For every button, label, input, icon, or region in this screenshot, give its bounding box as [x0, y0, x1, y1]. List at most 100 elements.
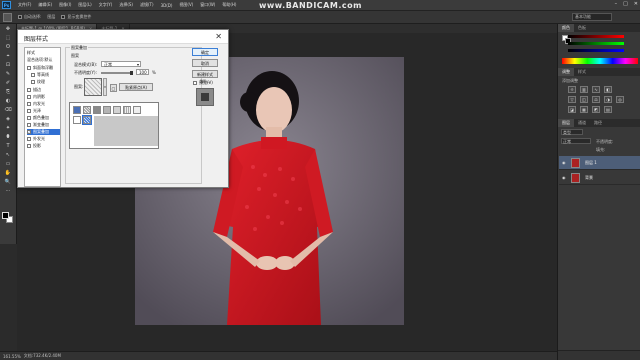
style-list-header[interactable]: 样式 — [27, 50, 60, 56]
exposure-icon[interactable]: ◧ — [604, 86, 612, 93]
hand-tool-icon[interactable]: ✋ — [4, 170, 12, 177]
show-transform-checkbox[interactable]: 显示变换控件 — [61, 14, 91, 20]
marquee-tool-icon[interactable]: ⬚ — [4, 35, 12, 42]
pattern-swatch-blue[interactable] — [73, 106, 81, 114]
red-slider[interactable] — [568, 35, 624, 38]
type-tool-icon[interactable]: T — [4, 143, 12, 150]
eye-icon[interactable]: ◉ — [562, 175, 567, 180]
menu-window[interactable]: 窗口(W) — [200, 2, 215, 8]
effect-drop-shadow[interactable]: 投影 — [27, 143, 60, 149]
close-icon[interactable]: ✕ — [215, 32, 222, 41]
minimize-button[interactable]: – — [615, 1, 618, 7]
opacity-slider[interactable] — [101, 72, 131, 74]
history-brush-tool-icon[interactable]: ◐ — [4, 98, 12, 105]
preview-checkbox[interactable]: 预览(V) — [193, 80, 213, 86]
curves-icon[interactable]: ∿ — [592, 86, 600, 93]
checkbox[interactable] — [27, 109, 31, 113]
effect-outer-glow[interactable]: 外发光 — [27, 136, 60, 142]
tab-swatches[interactable]: 色板 — [574, 24, 590, 32]
crop-tool-icon[interactable]: ⊡ — [4, 62, 12, 69]
auto-select-checkbox[interactable]: 自动选择: — [18, 14, 41, 20]
color-balance-icon[interactable]: ⚖ — [592, 96, 600, 103]
pattern-swatch-lines[interactable] — [123, 106, 131, 114]
menu-help[interactable]: 帮助(H) — [222, 2, 236, 8]
eye-icon[interactable]: ◉ — [562, 160, 567, 165]
effect-satin[interactable]: 光泽 — [27, 108, 60, 114]
blend-mode-select[interactable]: 正常 ▾ — [101, 61, 141, 67]
menu-type[interactable]: 文字(Y) — [99, 2, 113, 8]
pattern-swatch-lighter[interactable] — [113, 106, 121, 114]
zoom-level[interactable]: 161.55% — [3, 354, 21, 359]
checkbox[interactable] — [27, 102, 31, 106]
pattern-swatch-white[interactable] — [133, 106, 141, 114]
menu-filter[interactable]: 滤镜(T) — [140, 2, 154, 8]
effect-stroke[interactable]: 描边 — [27, 87, 60, 93]
checkbox[interactable] — [27, 88, 31, 92]
effect-bevel[interactable]: 斜面和浮雕 — [27, 65, 60, 71]
checkbox-checked[interactable]: ✓ — [27, 130, 31, 134]
pattern-swatch-diagonal[interactable] — [83, 106, 91, 114]
pattern-dropdown-arrow[interactable]: ▾ — [103, 78, 107, 96]
effect-color-overlay[interactable]: 颜色叠加 — [27, 115, 60, 121]
eyedropper-tool-icon[interactable]: ✎ — [4, 71, 12, 78]
menu-layer[interactable]: 图层(L) — [78, 2, 91, 8]
effect-gradient-overlay[interactable]: 渐变叠加 — [27, 122, 60, 128]
maximize-button[interactable]: □ — [623, 1, 628, 7]
effect-contour[interactable]: 等高线 — [27, 72, 60, 78]
menu-file[interactable]: 文件(F) — [18, 2, 31, 8]
dialog-titlebar[interactable]: 图层样式 ✕ — [18, 30, 228, 44]
hue-sat-icon[interactable]: ◫ — [580, 96, 588, 103]
brush-tool-icon[interactable]: ✐ — [4, 80, 12, 87]
zoom-tool-icon[interactable]: 🔍 — [4, 179, 12, 186]
dodge-tool-icon[interactable]: ⬮ — [4, 134, 12, 141]
blue-slider[interactable] — [568, 49, 624, 52]
menu-image[interactable]: 图像(I) — [59, 2, 71, 8]
photo-filter-icon[interactable]: ◎ — [616, 96, 624, 103]
blur-tool-icon[interactable]: ✦ — [4, 125, 12, 132]
gradient-tool-icon[interactable]: ◈ — [4, 116, 12, 123]
tab-channels[interactable]: 通道 — [574, 119, 590, 127]
new-style-button[interactable]: 新建样式(W)... — [192, 70, 218, 84]
ok-button[interactable]: 确定 — [192, 48, 218, 56]
effect-inner-glow[interactable]: 内发光 — [27, 101, 60, 107]
threshold-icon[interactable]: ◩ — [592, 106, 600, 113]
tab-color[interactable]: 颜色 — [558, 24, 574, 32]
shape-tool-icon[interactable]: ▭ — [4, 161, 12, 168]
tab-styles[interactable]: 样式 — [574, 68, 590, 76]
checkbox[interactable] — [27, 116, 31, 120]
brightness-icon[interactable]: ☼ — [568, 86, 576, 93]
clone-stamp-tool-icon[interactable]: ⎘ — [4, 89, 12, 96]
vibrance-icon[interactable]: ▽ — [568, 96, 576, 103]
foreground-color-swatch[interactable] — [2, 212, 9, 219]
pattern-swatch-blank[interactable] — [73, 116, 81, 124]
pattern-swatch-selected[interactable] — [82, 115, 92, 125]
color-ramp[interactable] — [562, 58, 638, 64]
checkbox[interactable] — [27, 144, 31, 148]
quick-select-tool-icon[interactable]: ⌖ — [4, 53, 12, 60]
layer-row[interactable]: ◉ 图层 1 — [559, 156, 640, 170]
pattern-swatch-light-gray[interactable] — [103, 106, 111, 114]
tab-paths[interactable]: 路径 — [590, 119, 606, 127]
effect-texture[interactable]: 纹理 — [27, 79, 60, 85]
green-slider[interactable] — [568, 42, 624, 45]
layer-blend-select[interactable]: 正常 — [561, 138, 591, 144]
lasso-tool-icon[interactable]: ʘ — [4, 44, 12, 51]
more-tools-icon[interactable]: ⋯ — [4, 188, 12, 195]
checkbox[interactable] — [31, 73, 35, 77]
opacity-slider-thumb[interactable] — [130, 71, 133, 75]
move-tool-icon[interactable]: ✥ — [4, 26, 12, 33]
snap-to-origin-button[interactable]: 贴紧原点(A) — [119, 83, 153, 91]
workspace-select[interactable]: 基本功能 — [572, 13, 612, 21]
checkbox[interactable] — [193, 81, 197, 85]
cancel-button[interactable]: 取消 — [192, 59, 218, 67]
checkbox[interactable] — [27, 66, 31, 70]
invert-icon[interactable]: ◪ — [568, 106, 576, 113]
checkbox[interactable] — [27, 123, 31, 127]
opacity-input[interactable]: 100 — [136, 69, 149, 75]
menu-select[interactable]: 选择(S) — [119, 2, 133, 8]
gradient-map-icon[interactable]: ▤ — [604, 106, 612, 113]
eraser-tool-icon[interactable]: ⌫ — [4, 107, 12, 114]
bw-icon[interactable]: ◑ — [604, 96, 612, 103]
checkbox[interactable] — [27, 95, 31, 99]
menu-view[interactable]: 视图(V) — [179, 2, 193, 8]
